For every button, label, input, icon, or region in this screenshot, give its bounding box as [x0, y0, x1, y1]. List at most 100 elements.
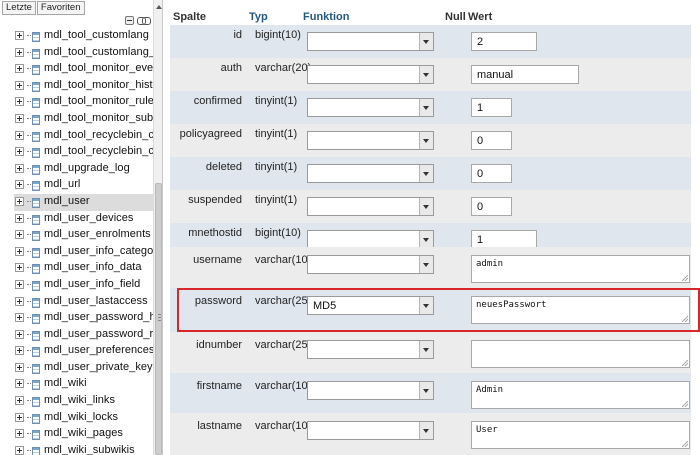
- function-select[interactable]: [307, 421, 434, 440]
- nav-table-item[interactable]: mdl_wiki_locks: [0, 410, 153, 427]
- nav-scrollbar-thumb[interactable]: [155, 183, 162, 455]
- nav-scrollbar[interactable]: [153, 0, 162, 455]
- nav-table-label[interactable]: mdl_user_devices: [44, 212, 133, 224]
- nav-table-label[interactable]: mdl_user_info_data: [44, 261, 142, 273]
- expand-plus-icon[interactable]: [15, 429, 24, 439]
- nav-table-item[interactable]: mdl_tool_monitor_events: [0, 61, 162, 78]
- expand-plus-icon[interactable]: [15, 313, 24, 323]
- nav-table-label[interactable]: mdl_user_password_resets: [44, 328, 162, 340]
- resize-handle-icon[interactable]: [682, 441, 688, 447]
- nav-table-label[interactable]: mdl_wiki_subwikis: [44, 444, 135, 455]
- nav-table-label[interactable]: mdl_tool_recyclebin_categ: [44, 129, 162, 141]
- tab-favorites[interactable]: Favoriten: [36, 1, 85, 15]
- nav-table-item[interactable]: mdl_user_lastaccess: [0, 294, 153, 311]
- function-select[interactable]: [307, 98, 434, 117]
- value-textarea[interactable]: [471, 340, 690, 368]
- nav-table-item[interactable]: mdl_wiki_subwikis: [0, 443, 153, 455]
- nav-table-label[interactable]: mdl_wiki_locks: [44, 411, 118, 423]
- nav-table-label[interactable]: mdl_tool_customlang_com: [44, 46, 162, 58]
- chevron-down-icon[interactable]: [419, 132, 433, 149]
- expand-plus-icon[interactable]: [15, 80, 24, 90]
- nav-table-label[interactable]: mdl_upgrade_log: [44, 162, 130, 174]
- nav-table-label[interactable]: mdl_tool_monitor_events: [44, 62, 162, 74]
- nav-table-label[interactable]: mdl_user_lastaccess: [44, 295, 148, 307]
- expand-plus-icon[interactable]: [15, 279, 24, 289]
- nav-table-label[interactable]: mdl_user: [44, 195, 90, 207]
- nav-table-item[interactable]: mdl_tool_customlang: [0, 28, 153, 45]
- expand-plus-icon[interactable]: [15, 31, 24, 40]
- nav-table-item[interactable]: mdl_wiki_links: [0, 393, 153, 410]
- expand-plus-icon[interactable]: [15, 412, 24, 422]
- nav-table-item[interactable]: mdl_tool_recyclebin_cours: [0, 144, 162, 161]
- chevron-down-icon[interactable]: [419, 33, 433, 50]
- nav-table-item[interactable]: mdl_user_info_field: [0, 277, 153, 294]
- nav-table-label[interactable]: mdl_user_password_histor: [44, 311, 162, 323]
- nav-table-item[interactable]: mdl_user: [0, 193, 153, 211]
- nav-table-label[interactable]: mdl_tool_monitor_history: [44, 79, 162, 91]
- chevron-down-icon[interactable]: [419, 66, 433, 83]
- resize-handle-icon[interactable]: [682, 275, 688, 281]
- nav-table-label[interactable]: mdl_url: [44, 178, 80, 190]
- expand-plus-icon[interactable]: [15, 130, 24, 140]
- expand-plus-icon[interactable]: [15, 230, 24, 240]
- value-input[interactable]: manual: [471, 65, 579, 84]
- nav-table-item[interactable]: mdl_url: [0, 177, 153, 194]
- nav-table-label[interactable]: mdl_user_preferences: [44, 344, 154, 356]
- nav-table-label[interactable]: mdl_user_info_field: [44, 278, 140, 290]
- expand-plus-icon[interactable]: [15, 329, 24, 339]
- chevron-down-icon[interactable]: [419, 382, 433, 399]
- chevron-down-icon[interactable]: [419, 165, 433, 182]
- expand-plus-icon[interactable]: [15, 246, 24, 256]
- chevron-down-icon[interactable]: [419, 99, 433, 116]
- value-input[interactable]: 0: [471, 164, 512, 183]
- expand-plus-icon[interactable]: [15, 163, 24, 173]
- value-input[interactable]: 2: [471, 32, 537, 51]
- function-select[interactable]: [307, 340, 434, 359]
- value-input[interactable]: 1: [471, 98, 512, 117]
- chevron-down-icon[interactable]: [419, 256, 433, 273]
- nav-table-label[interactable]: mdl_tool_recyclebin_cours: [44, 145, 162, 157]
- expand-plus-icon[interactable]: [15, 445, 24, 455]
- value-input[interactable]: 0: [471, 131, 512, 150]
- nav-table-item[interactable]: mdl_tool_monitor_subscrip: [0, 111, 162, 128]
- value-textarea[interactable]: Admin: [471, 381, 690, 409]
- nav-table-item[interactable]: mdl_user_preferences: [0, 343, 154, 360]
- nav-table-label[interactable]: mdl_user_private_key: [44, 361, 153, 373]
- nav-table-item[interactable]: mdl_tool_monitor_history: [0, 78, 162, 95]
- expand-plus-icon[interactable]: [15, 263, 24, 273]
- column-header-funktion[interactable]: Funktion: [303, 11, 349, 23]
- function-select[interactable]: [307, 32, 434, 51]
- expand-plus-icon[interactable]: [15, 346, 24, 356]
- chevron-down-icon[interactable]: [419, 341, 433, 358]
- scroll-up-arrow-icon[interactable]: [156, 5, 162, 9]
- nav-table-label[interactable]: mdl_user_enrolments: [44, 228, 151, 240]
- nav-table-item[interactable]: mdl_tool_recyclebin_categ: [0, 128, 162, 145]
- expand-plus-icon[interactable]: [15, 379, 24, 389]
- function-select[interactable]: [307, 164, 434, 183]
- nav-table-item[interactable]: mdl_user_private_key: [0, 360, 153, 377]
- column-header-typ[interactable]: Typ: [249, 11, 268, 23]
- nav-table-item[interactable]: mdl_user_password_resets: [0, 327, 162, 344]
- value-textarea[interactable]: User: [471, 421, 690, 449]
- chevron-down-icon[interactable]: [419, 231, 433, 248]
- nav-table-item[interactable]: mdl_user_password_histor: [0, 310, 162, 327]
- nav-table-item[interactable]: mdl_upgrade_log: [0, 161, 153, 178]
- nav-table-item[interactable]: mdl_user_devices: [0, 211, 153, 228]
- nav-table-label[interactable]: mdl_tool_monitor_rules: [44, 95, 159, 107]
- chevron-down-icon[interactable]: [419, 198, 433, 215]
- nav-table-item[interactable]: mdl_wiki_pages: [0, 426, 153, 443]
- function-select[interactable]: [307, 381, 434, 400]
- expand-plus-icon[interactable]: [15, 296, 24, 306]
- tab-recent[interactable]: Letzte: [2, 1, 36, 15]
- expand-plus-icon[interactable]: [15, 196, 24, 206]
- nav-table-item[interactable]: mdl_tool_monitor_rules: [0, 94, 159, 111]
- nav-table-label[interactable]: mdl_user_info_category: [44, 245, 162, 257]
- expand-plus-icon[interactable]: [15, 147, 24, 157]
- nav-table-item[interactable]: mdl_tool_customlang_com: [0, 45, 162, 62]
- resize-handle-icon[interactable]: [682, 401, 688, 407]
- expand-plus-icon[interactable]: [15, 362, 24, 372]
- nav-table-item[interactable]: mdl_user_info_category: [0, 244, 162, 261]
- link-with-main-icon[interactable]: [137, 17, 151, 25]
- expand-plus-icon[interactable]: [15, 213, 24, 223]
- expand-plus-icon[interactable]: [15, 180, 24, 190]
